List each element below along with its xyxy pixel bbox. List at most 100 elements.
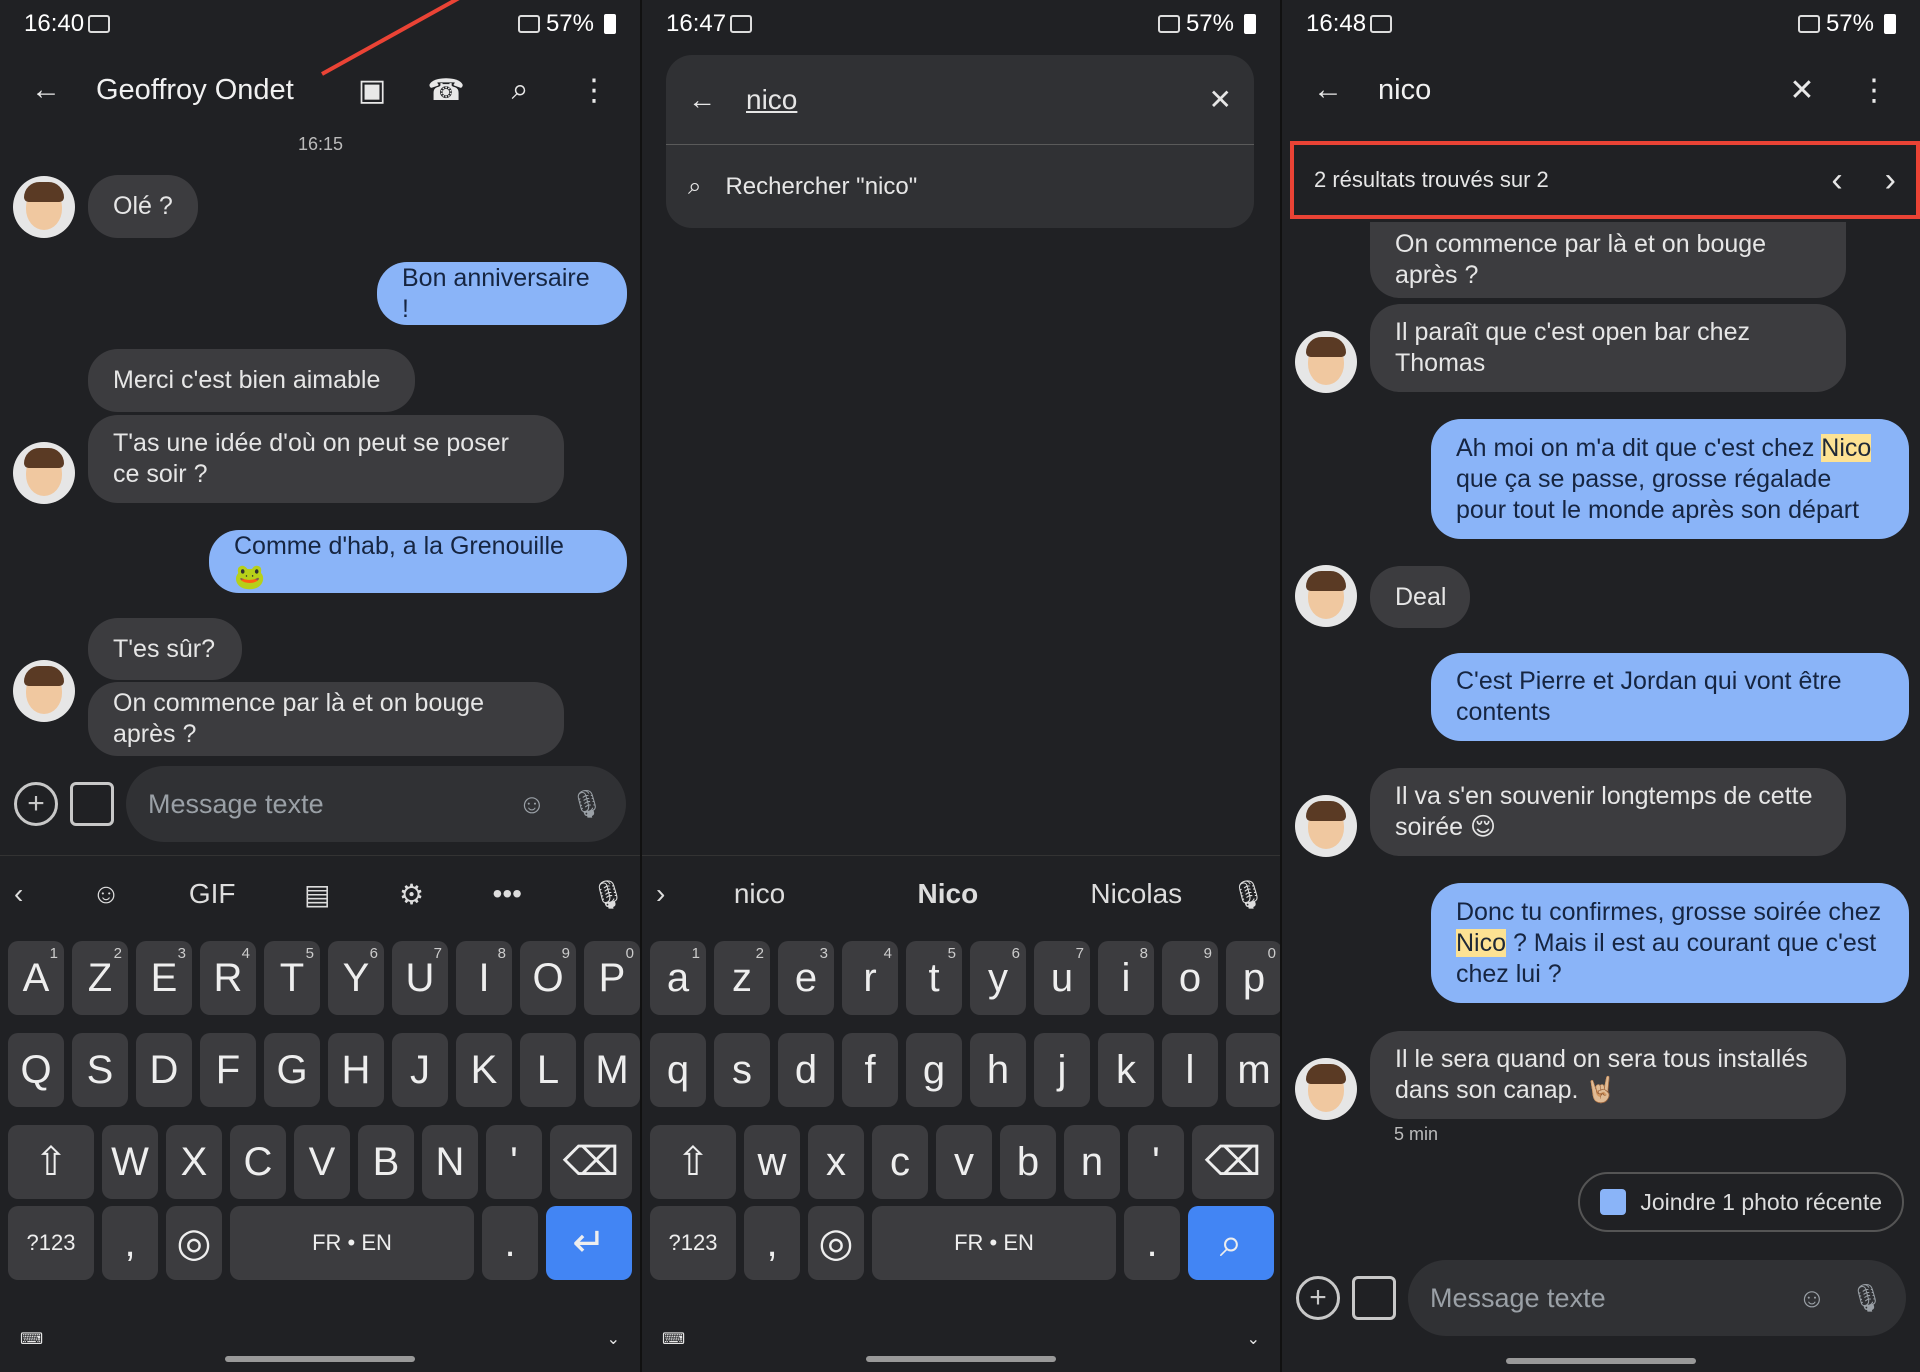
key[interactable]: o9 — [1162, 941, 1218, 1015]
key[interactable]: c — [872, 1125, 928, 1199]
key[interactable]: U7 — [392, 941, 448, 1015]
key[interactable]: b — [1000, 1125, 1056, 1199]
symbols-key[interactable]: ?123 — [650, 1206, 736, 1280]
key[interactable]: w — [744, 1125, 800, 1199]
key[interactable]: W — [102, 1125, 158, 1199]
key[interactable]: K — [456, 1033, 512, 1107]
back-arrow-icon[interactable]: ← — [688, 84, 716, 116]
voice-icon[interactable]: 🎙 — [1230, 878, 1266, 911]
key[interactable]: x — [808, 1125, 864, 1199]
clipboard-icon[interactable]: ▤ — [304, 878, 330, 911]
expand-toolbar-icon[interactable]: › — [656, 878, 665, 910]
backspace-key[interactable]: ⌫ — [1192, 1125, 1274, 1199]
enter-key[interactable]: ↵ — [546, 1206, 632, 1280]
message-input[interactable]: Message texte ☺ 🎙 — [1408, 1260, 1906, 1336]
gallery-icon[interactable] — [70, 782, 114, 826]
more-toolbar-button[interactable]: ••• — [493, 878, 522, 910]
keyboard-suggestion[interactable]: nico — [665, 878, 853, 910]
period-key[interactable]: . — [482, 1206, 538, 1280]
key[interactable]: a1 — [650, 941, 706, 1015]
key[interactable]: T5 — [264, 941, 320, 1015]
message-input[interactable]: Message texte ☺ 🎙 — [126, 766, 626, 842]
key[interactable]: u7 — [1034, 941, 1090, 1015]
key[interactable]: i8 — [1098, 941, 1154, 1015]
search-suggestion[interactable]: ⌕ Rechercher "nico" — [666, 145, 1254, 228]
key[interactable]: h — [970, 1033, 1026, 1107]
key[interactable]: l — [1162, 1033, 1218, 1107]
more-options-icon[interactable]: ⋮ — [1848, 64, 1900, 116]
key[interactable]: J — [392, 1033, 448, 1107]
add-icon[interactable]: + — [1296, 1276, 1340, 1320]
key[interactable]: C — [230, 1125, 286, 1199]
collapse-toolbar-icon[interactable]: ‹ — [14, 878, 23, 910]
comma-key[interactable]: , — [102, 1206, 158, 1280]
add-icon[interactable]: + — [14, 782, 58, 826]
search-icon[interactable]: ⌕ — [494, 64, 546, 116]
key[interactable]: s — [714, 1033, 770, 1107]
key[interactable]: E3 — [136, 941, 192, 1015]
phone-call-icon[interactable]: ☎ — [420, 64, 472, 116]
key[interactable]: L — [520, 1033, 576, 1107]
key[interactable]: t5 — [906, 941, 962, 1015]
collapse-icon[interactable]: ⌄ — [1247, 1329, 1260, 1349]
key[interactable]: q — [650, 1033, 706, 1107]
key[interactable]: S — [72, 1033, 128, 1107]
settings-icon[interactable]: ⚙ — [399, 878, 424, 911]
keyboard-icon[interactable]: ⌨ — [20, 1329, 43, 1349]
key[interactable]: A1 — [8, 941, 64, 1015]
search-query[interactable]: nico — [1378, 74, 1431, 107]
key[interactable]: G — [264, 1033, 320, 1107]
key[interactable]: P0 — [584, 941, 640, 1015]
comma-key[interactable]: , — [744, 1206, 800, 1280]
voice-icon[interactable]: 🎙 — [590, 878, 626, 911]
key[interactable]: ' — [486, 1125, 542, 1199]
more-options-icon[interactable]: ⋮ — [568, 64, 620, 116]
key[interactable]: D — [136, 1033, 192, 1107]
key[interactable]: O9 — [520, 941, 576, 1015]
key[interactable]: Y6 — [328, 941, 384, 1015]
keyboard-icon[interactable]: ⌨ — [662, 1329, 685, 1349]
key[interactable]: g — [906, 1033, 962, 1107]
key[interactable]: f — [842, 1033, 898, 1107]
key[interactable]: r4 — [842, 941, 898, 1015]
close-icon[interactable]: ✕ — [1776, 64, 1828, 116]
globe-icon[interactable]: ◎ — [166, 1206, 222, 1280]
shift-key[interactable]: ⇧ — [650, 1125, 736, 1199]
emoji-icon[interactable]: ☺ — [1798, 1283, 1826, 1314]
next-result-icon[interactable]: › — [1885, 161, 1896, 200]
key[interactable]: B — [358, 1125, 414, 1199]
keyboard-suggestion[interactable]: Nicolas — [1042, 878, 1230, 910]
key[interactable]: y6 — [970, 941, 1026, 1015]
key[interactable]: p0 — [1226, 941, 1280, 1015]
key[interactable]: I8 — [456, 941, 512, 1015]
key[interactable]: d — [778, 1033, 834, 1107]
globe-icon[interactable]: ◎ — [808, 1206, 864, 1280]
backspace-key[interactable]: ⌫ — [550, 1125, 632, 1199]
key[interactable]: N — [422, 1125, 478, 1199]
attach-recent-photo-button[interactable]: Joindre 1 photo récente — [1578, 1172, 1904, 1232]
key[interactable]: n — [1064, 1125, 1120, 1199]
space-key[interactable]: FR • EN — [872, 1206, 1116, 1280]
key[interactable]: R4 — [200, 941, 256, 1015]
shift-key[interactable]: ⇧ — [8, 1125, 94, 1199]
key[interactable]: Q — [8, 1033, 64, 1107]
key[interactable]: m — [1226, 1033, 1280, 1107]
gallery-icon[interactable] — [1352, 1276, 1396, 1320]
key[interactable]: j — [1034, 1033, 1090, 1107]
key[interactable]: Z2 — [72, 941, 128, 1015]
collapse-icon[interactable]: ⌄ — [607, 1329, 620, 1349]
key[interactable]: H — [328, 1033, 384, 1107]
microphone-icon[interactable]: 🎙 — [1850, 1282, 1884, 1314]
emoji-icon[interactable]: ☺ — [518, 789, 546, 820]
key[interactable]: V — [294, 1125, 350, 1199]
back-arrow-icon[interactable]: ← — [20, 64, 72, 116]
microphone-icon[interactable]: 🎙 — [570, 788, 604, 820]
search-input[interactable]: nico — [746, 84, 797, 116]
key[interactable]: M — [584, 1033, 640, 1107]
back-arrow-icon[interactable]: ← — [1302, 64, 1354, 116]
clear-icon[interactable]: ✕ — [1209, 83, 1232, 116]
key[interactable]: k — [1098, 1033, 1154, 1107]
previous-result-icon[interactable]: ‹ — [1831, 161, 1842, 200]
key[interactable]: v — [936, 1125, 992, 1199]
search-key[interactable]: ⌕ — [1188, 1206, 1274, 1280]
